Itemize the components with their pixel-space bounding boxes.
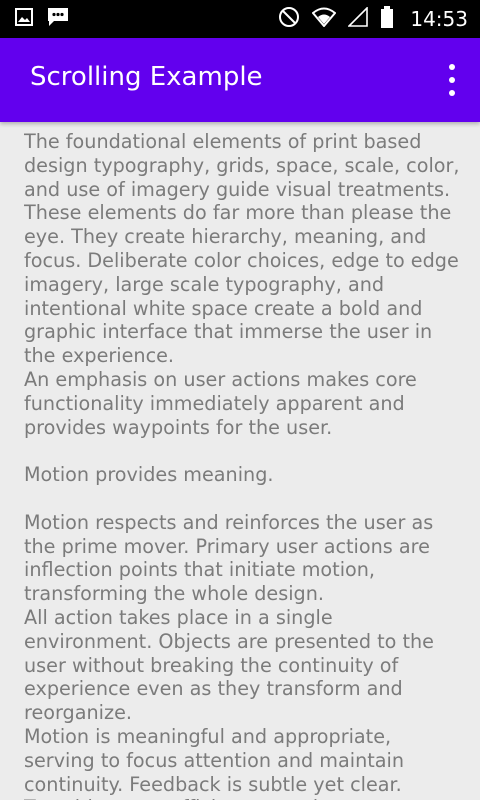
menu-dot (449, 77, 455, 83)
battery-icon (380, 6, 394, 32)
app-title: Scrolling Example (30, 62, 263, 92)
menu-dot (449, 64, 455, 70)
image-icon (14, 7, 34, 31)
scrolling-text-content[interactable]: The foundational elements of print based… (24, 130, 464, 800)
signal-icon (347, 6, 369, 31)
status-bar-right: 14:53 (278, 6, 468, 32)
status-bar-left (14, 8, 82, 30)
do-not-disturb-icon (278, 6, 300, 32)
app-bar: Scrolling Example (0, 38, 480, 122)
wifi-icon (311, 7, 337, 31)
message-icon (46, 6, 70, 32)
menu-dot (449, 90, 455, 96)
status-time: 14:53 (410, 7, 468, 31)
status-bar: 14:53 (0, 0, 480, 38)
more-vert-icon[interactable] (446, 64, 458, 96)
